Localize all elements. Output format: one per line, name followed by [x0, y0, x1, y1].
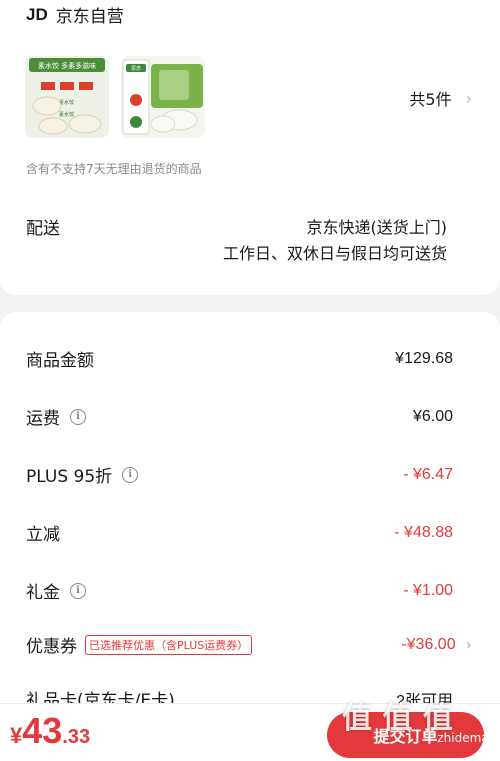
- delivery-method[interactable]: 京东快递(送货上门): [307, 214, 448, 238]
- summary-row-gift-money: 礼金 i - ¥1.00: [26, 578, 453, 604]
- order-items-card: JD 京东自营 素水饺 多素多滋味 素水饺 素水饺 思念 共5件 › 含有不支持…: [0, 0, 500, 295]
- currency-symbol: ¥: [10, 723, 23, 748]
- svg-text:素水饺 多素多滋味: 素水饺 多素多滋味: [38, 61, 96, 70]
- product-thumbnail-2[interactable]: 思念: [121, 56, 205, 138]
- info-icon[interactable]: i: [70, 408, 86, 425]
- shipping-label: 运费: [26, 409, 60, 429]
- summary-row-coupon[interactable]: 优惠券 已选推荐优惠（含PLUS运费券） -¥36.00 ›: [26, 632, 472, 657]
- product-thumbnail-1[interactable]: 素水饺 多素多滋味 素水饺 素水饺: [25, 56, 109, 138]
- watermark-sub: zhidemai: [437, 731, 492, 745]
- shipping-value: ¥6.00: [412, 407, 453, 425]
- gift-money-label: 礼金: [26, 583, 60, 603]
- dumpling-pack-image: 思念: [121, 56, 205, 138]
- subtotal-value: ¥129.68: [395, 349, 453, 367]
- gift-money-value: - ¥1.00: [403, 581, 453, 599]
- total-price: ¥ 43 .33: [10, 710, 90, 752]
- summary-row-instant-discount: 立减 - ¥48.88: [26, 520, 453, 546]
- coupon-selected-tag: 已选推荐优惠（含PLUS运费券）: [85, 634, 253, 655]
- chevron-right-icon: ›: [465, 88, 472, 108]
- info-icon[interactable]: i: [122, 466, 139, 483]
- dumpling-image: 素水饺 多素多滋味 素水饺 素水饺: [25, 56, 109, 138]
- subtotal-label: 商品金额: [26, 351, 94, 371]
- chevron-right-icon: ›: [465, 635, 472, 654]
- instant-discount-label: 立减: [26, 525, 60, 545]
- item-count-label: 共5件: [409, 90, 452, 109]
- coupon-value: -¥36.00: [401, 635, 456, 653]
- svg-text:思念: 思念: [131, 65, 141, 72]
- svg-text:素水饺: 素水饺: [59, 111, 74, 118]
- coupon-label: 优惠券: [26, 637, 77, 657]
- summary-row-subtotal: 商品金额 ¥129.68: [26, 346, 453, 372]
- store-name: 京东自营: [55, 7, 124, 27]
- summary-row-shipping: 运费 i ¥6.00: [26, 404, 453, 430]
- plus-discount-value: - ¥6.47: [403, 465, 453, 483]
- total-integer: 43: [22, 710, 63, 751]
- total-decimal: .33: [62, 726, 91, 748]
- info-icon[interactable]: i: [70, 582, 86, 599]
- store-title: JD 京东自营: [26, 2, 124, 28]
- summary-row-plus-discount: PLUS 95折 i - ¥6.47: [26, 462, 453, 488]
- delivery-label: 配送: [26, 219, 60, 239]
- return-policy-note: 含有不支持7天无理由退货的商品: [26, 162, 202, 176]
- instant-discount-value: - ¥48.88: [394, 523, 453, 541]
- delivery-schedule[interactable]: 工作日、双休日与假日均可送货: [223, 240, 447, 264]
- jd-logo: JD: [26, 4, 48, 24]
- plus-discount-label: PLUS 95折: [26, 467, 113, 487]
- item-count[interactable]: 共5件 ›: [409, 86, 472, 110]
